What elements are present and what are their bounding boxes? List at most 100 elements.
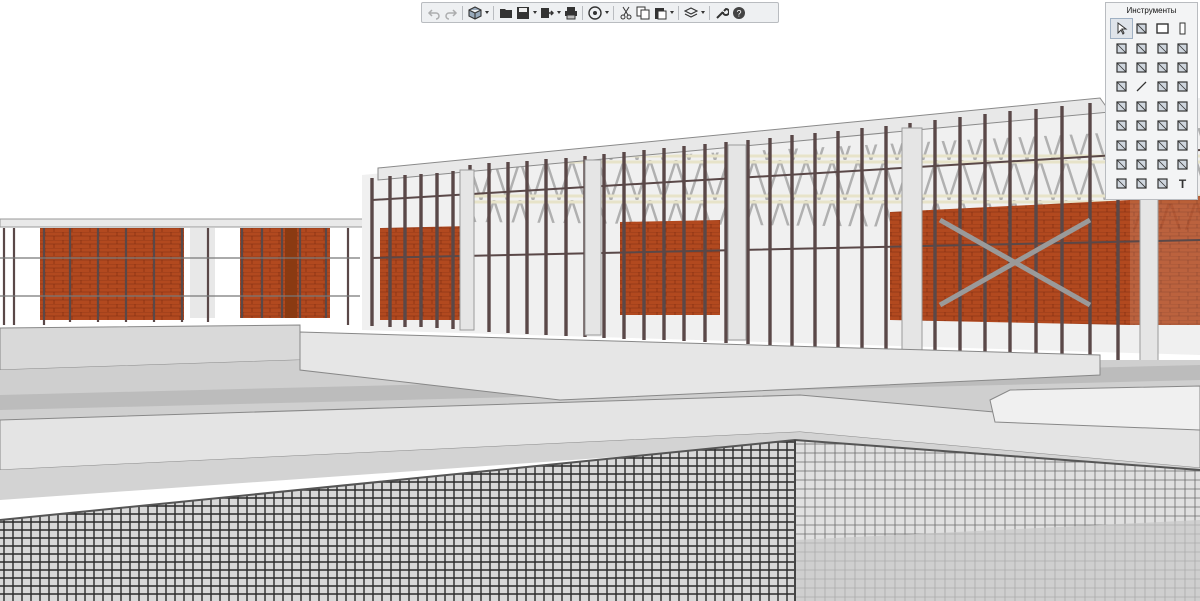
undo-icon — [427, 8, 440, 20]
equipment-icon — [1116, 101, 1127, 112]
pipe-icon — [1177, 81, 1188, 92]
view-cube-button[interactable] — [466, 4, 483, 21]
layers-icon — [683, 6, 698, 18]
view-cube-dropdown[interactable] — [483, 4, 490, 21]
tool-railing[interactable] — [1111, 77, 1132, 96]
tools-grid: T — [1106, 17, 1197, 194]
settings-wrench-button[interactable] — [713, 4, 730, 21]
paste-dropdown[interactable] — [668, 4, 675, 21]
help-button[interactable]: ? — [730, 4, 747, 21]
tool-floor[interactable] — [1111, 38, 1132, 57]
tool-window[interactable] — [1173, 58, 1194, 77]
mesh-icon — [1136, 62, 1147, 73]
undo-button[interactable] — [425, 4, 442, 21]
tool-beam[interactable] — [1132, 38, 1153, 57]
tool-plate[interactable] — [1152, 116, 1173, 135]
tool-slab[interactable] — [1132, 19, 1153, 38]
open-folder-button[interactable] — [497, 4, 514, 21]
zone-icon — [1116, 159, 1127, 170]
truss-icon — [1157, 101, 1168, 112]
save-button[interactable] — [514, 4, 531, 21]
tool-truss[interactable] — [1152, 97, 1173, 116]
cut-icon — [620, 6, 631, 19]
tool-select-arrow[interactable] — [1110, 17, 1133, 40]
save-icon — [516, 6, 529, 19]
print-button[interactable] — [562, 4, 579, 21]
tool-column[interactable] — [1173, 19, 1194, 38]
window-icon — [1177, 62, 1188, 73]
fitting-icon — [1116, 120, 1127, 131]
toolbar-separator — [613, 5, 614, 20]
spline-icon — [1136, 178, 1147, 189]
tool-mesh[interactable] — [1132, 58, 1153, 77]
tool-stair[interactable] — [1173, 38, 1194, 57]
tool-panel[interactable] — [1132, 97, 1153, 116]
stair-icon — [1177, 42, 1188, 54]
copy-button[interactable] — [634, 4, 651, 21]
dimension-icon — [1116, 178, 1127, 189]
tools-panel-title: Инструменты — [1126, 6, 1177, 15]
tool-text[interactable]: T — [1173, 174, 1194, 193]
export-dropdown[interactable] — [555, 4, 562, 21]
tool-rebar[interactable] — [1111, 58, 1132, 77]
export-icon — [540, 7, 554, 18]
redo-icon — [444, 8, 457, 20]
fixture-icon — [1157, 81, 1168, 92]
tool-dimension[interactable] — [1111, 174, 1132, 193]
tool-fitting[interactable] — [1111, 116, 1132, 135]
export-button[interactable] — [538, 4, 555, 21]
weld-icon — [1177, 139, 1188, 151]
door-icon — [1157, 62, 1168, 73]
floor-icon — [1116, 42, 1127, 54]
roof-icon — [1157, 42, 1168, 54]
tool-space[interactable] — [1132, 155, 1153, 174]
tool-pipe[interactable] — [1173, 77, 1194, 96]
svg-text:T: T — [1179, 177, 1187, 190]
toolbar-separator — [709, 5, 710, 20]
tool-section[interactable] — [1173, 155, 1194, 174]
rebar-icon — [1116, 62, 1127, 73]
svg-text:?: ? — [736, 8, 741, 18]
tool-connection[interactable] — [1152, 135, 1173, 154]
toolbar-separator — [493, 5, 494, 20]
tool-wall[interactable] — [1152, 19, 1173, 38]
opening-icon — [1116, 139, 1127, 151]
tool-bolt[interactable] — [1173, 116, 1194, 135]
layers-dropdown[interactable] — [699, 4, 706, 21]
tool-anchor[interactable] — [1132, 116, 1153, 135]
cut-button[interactable] — [617, 4, 634, 21]
tool-weld[interactable] — [1173, 135, 1194, 154]
left-building — [0, 218, 365, 325]
save-dropdown[interactable] — [531, 4, 538, 21]
settings-wrench-icon — [715, 7, 729, 19]
tool-line[interactable] — [1132, 77, 1153, 96]
open-folder-icon — [499, 8, 512, 18]
tool-opening[interactable] — [1111, 135, 1132, 154]
bolt-icon — [1177, 120, 1188, 131]
paste-button[interactable] — [651, 4, 668, 21]
paste-icon — [654, 7, 666, 19]
tool-equipment[interactable] — [1111, 97, 1132, 116]
tool-fixture[interactable] — [1152, 77, 1173, 96]
main-toolbar: ? — [421, 2, 779, 23]
tool-profile[interactable] — [1132, 135, 1153, 154]
duct-icon — [1177, 101, 1188, 112]
section-icon — [1177, 159, 1188, 170]
tool-zone[interactable] — [1111, 155, 1132, 174]
wall-icon — [1156, 23, 1169, 34]
tool-spline[interactable] — [1132, 174, 1153, 193]
print-icon — [564, 6, 577, 19]
redo-button[interactable] — [442, 4, 459, 21]
navigation-button[interactable] — [586, 4, 603, 21]
tool-duct[interactable] — [1173, 97, 1194, 116]
tool-grid[interactable] — [1152, 155, 1173, 174]
beam-icon — [1136, 42, 1147, 54]
panel-icon — [1136, 101, 1147, 112]
navigation-icon — [587, 5, 602, 20]
tool-roof[interactable] — [1152, 38, 1173, 57]
3d-viewport[interactable] — [0, 0, 1200, 601]
tool-label[interactable] — [1152, 174, 1173, 193]
layers-button[interactable] — [682, 4, 699, 21]
navigation-dropdown[interactable] — [603, 4, 610, 21]
tool-door[interactable] — [1152, 58, 1173, 77]
